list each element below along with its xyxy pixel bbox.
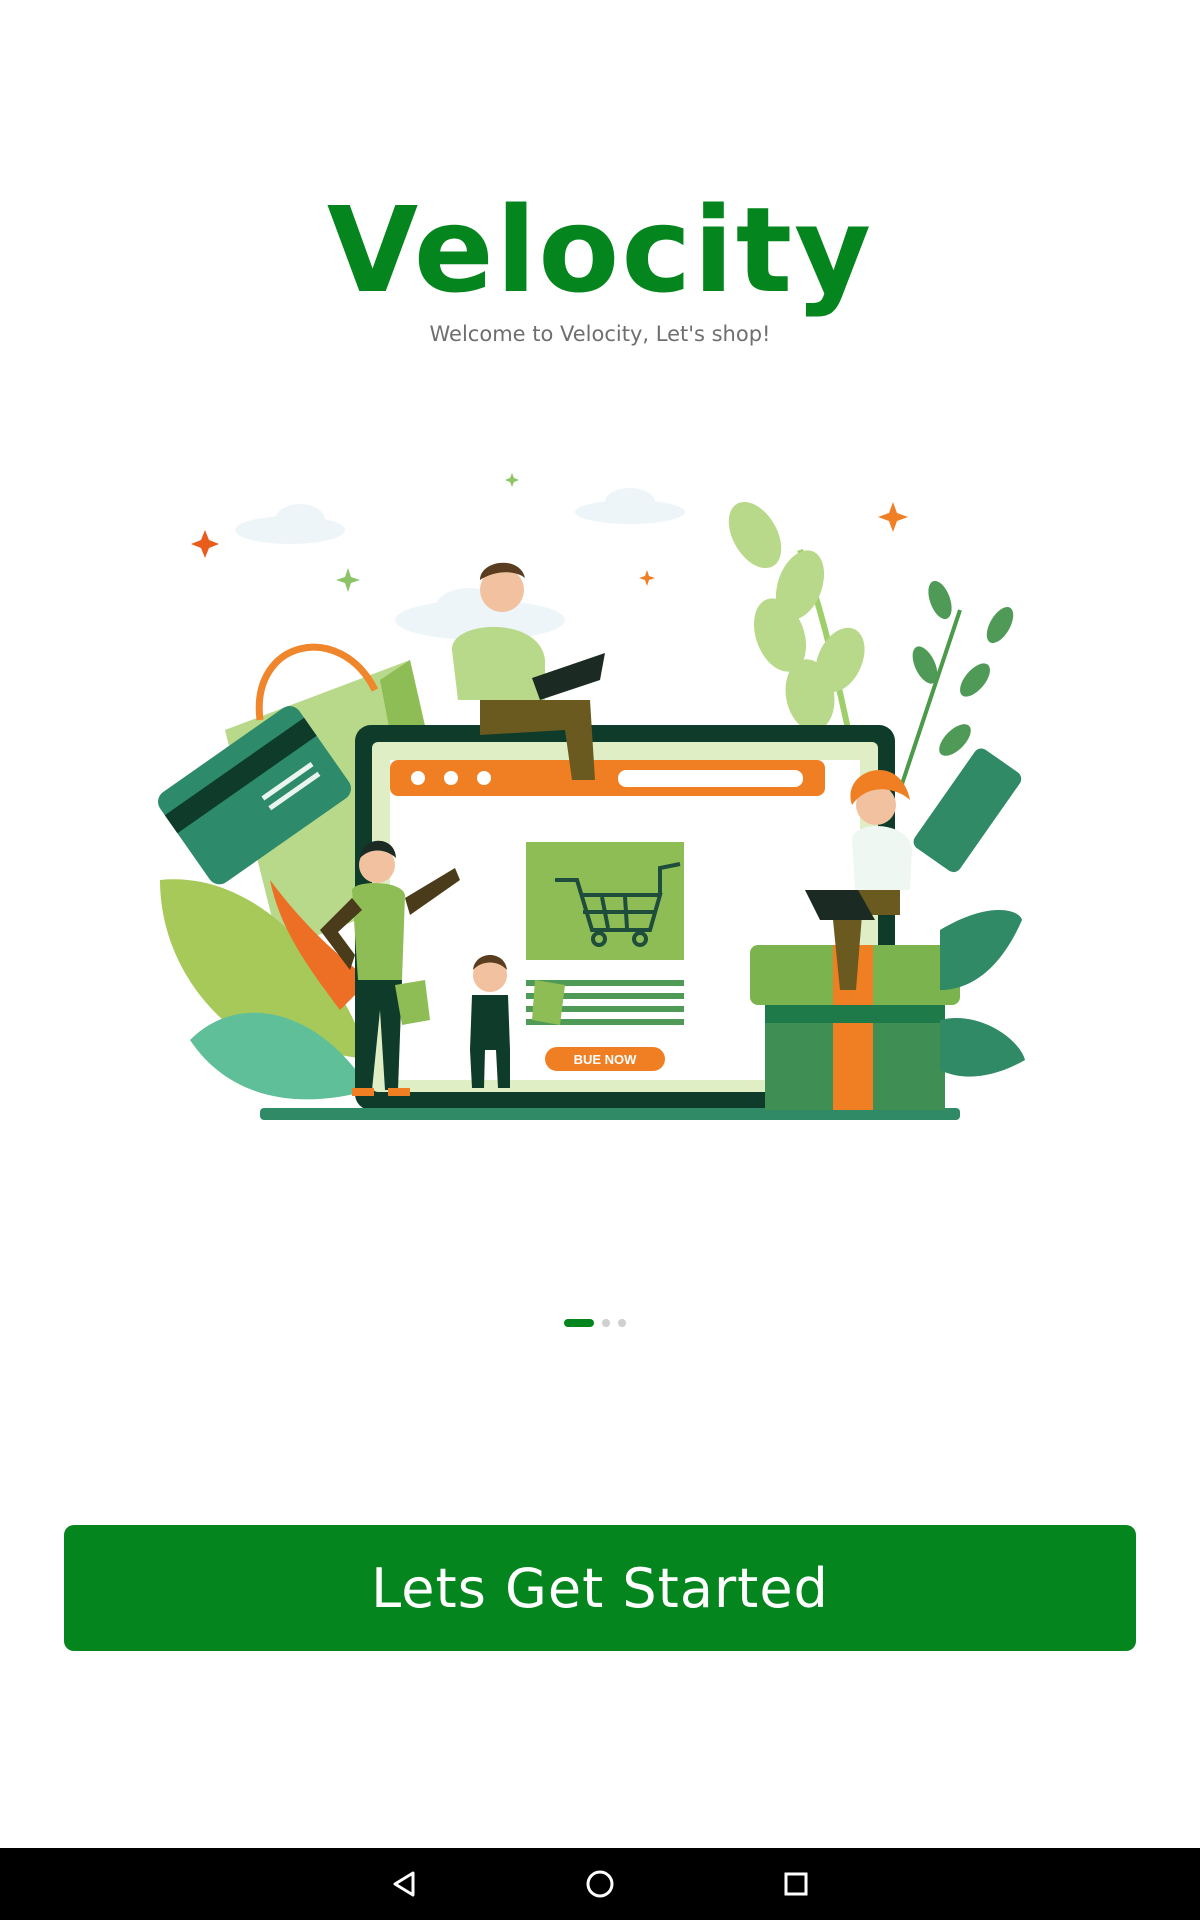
page-indicator — [564, 1318, 626, 1328]
app-title: Velocity — [326, 181, 874, 319]
page-dot[interactable] — [602, 1319, 610, 1327]
shopping-illustration: BUE NOW — [140, 450, 1060, 1150]
get-started-button[interactable]: Lets Get Started — [64, 1525, 1136, 1651]
page-dot[interactable] — [618, 1319, 626, 1327]
recents-icon[interactable] — [768, 1856, 824, 1912]
system-navigation-bar — [0, 1848, 1200, 1920]
page-dot-active[interactable] — [564, 1319, 594, 1327]
cloud-icon — [235, 488, 685, 640]
home-icon[interactable] — [572, 1856, 628, 1912]
app-subtitle: Welcome to Velocity, Let's shop! — [429, 322, 771, 346]
back-icon[interactable] — [376, 1856, 432, 1912]
banner-buy-label: BUE NOW — [574, 1052, 638, 1067]
